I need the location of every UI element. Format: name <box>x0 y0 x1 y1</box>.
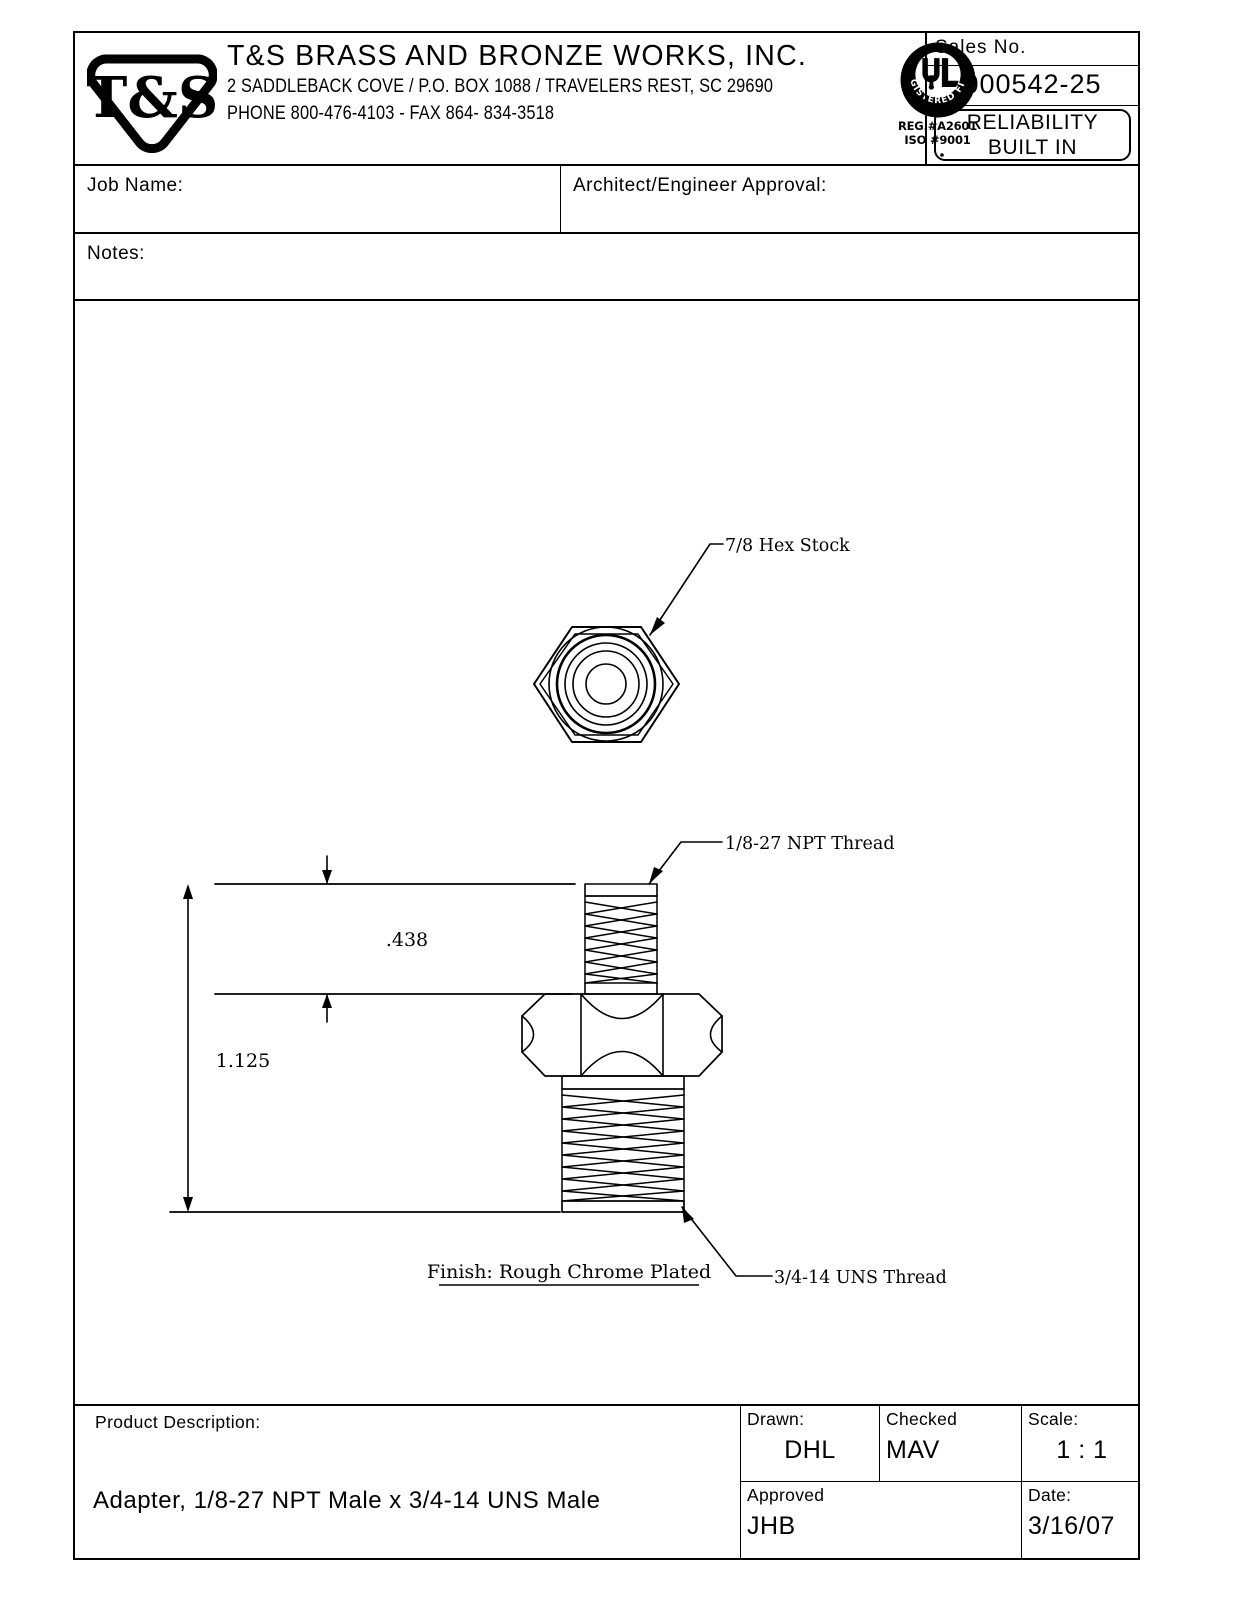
sheet-header: T&S T&S BRASS AND BRONZE WORKS, INC. 2 S… <box>75 33 1138 166</box>
callout-hex-label: 7/8 Hex Stock <box>725 536 850 556</box>
product-description-cell: Product Description: Adapter, 1/8-27 NPT… <box>75 1406 741 1558</box>
checked-value: MAV <box>886 1436 940 1464</box>
dimension-1125 <box>169 884 561 1213</box>
job-info-row: Job Name: Architect/Engineer Approval: <box>75 166 1138 234</box>
checked-label: Checked <box>886 1409 958 1429</box>
badge-line-1: RELIABILITY <box>966 111 1099 134</box>
company-logo: T&S <box>75 33 227 164</box>
finish-note: Finish: Rough Chrome Plated <box>427 1261 711 1283</box>
company-info: T&S BRASS AND BRONZE WORKS, INC. 2 SADDL… <box>227 39 877 127</box>
scale-label: Scale: <box>1028 1409 1079 1429</box>
date-value: 3/16/07 <box>1028 1512 1115 1540</box>
drawn-label: Drawn: <box>747 1409 805 1429</box>
checked-cell: Checked MAV <box>880 1406 1022 1481</box>
company-address: 2 SADDLEBACK COVE / P.O. BOX 1088 / TRAV… <box>227 76 774 97</box>
title-block-right: Drawn: DHL Checked MAV Scale: 1 : 1 Appr… <box>741 1406 1138 1558</box>
company-name: T&S BRASS AND BRONZE WORKS, INC. <box>227 40 807 72</box>
dimension-438-label: .438 <box>386 929 428 951</box>
notes-label: Notes: <box>87 243 145 264</box>
approved-label: Approved <box>747 1485 825 1505</box>
finish-annotation: Finish: Rough Chrome Plated <box>427 1261 711 1286</box>
architect-approval-label: Architect/Engineer Approval: <box>573 175 827 196</box>
product-description-value: Adapter, 1/8-27 NPT Male x 3/4-14 UNS Ma… <box>93 1487 601 1514</box>
callout-npt-label: 1/8-27 NPT Thread <box>725 834 895 854</box>
job-name-label: Job Name: <box>87 175 184 196</box>
callout-hex-leader <box>649 543 724 636</box>
notes-field[interactable]: Notes: <box>75 234 1138 301</box>
side-view <box>521 883 723 1213</box>
sales-no-label: Sales No. <box>927 33 1138 66</box>
approved-value: JHB <box>747 1512 796 1540</box>
drawn-cell: Drawn: DHL <box>741 1406 880 1481</box>
title-block-row-2: Approved JHB Date: 3/16/07 <box>741 1482 1138 1558</box>
job-name-field[interactable]: Job Name: <box>75 166 561 232</box>
drawn-value: DHL <box>784 1436 836 1464</box>
drawing-area: 7/8 Hex Stock 1/8-27 NPT Thread 3/4-14 U… <box>75 301 1138 1406</box>
title-block-row-1: Drawn: DHL Checked MAV Scale: 1 : 1 <box>741 1406 1138 1482</box>
ts-logo-label: T&S <box>87 65 217 131</box>
date-cell: Date: 3/16/07 <box>1022 1482 1142 1558</box>
sales-no-value: 000542-25 <box>927 66 1138 106</box>
sales-number-block: Sales No. 000542-25 RELIABILITY BUILT IN <box>925 33 1138 164</box>
product-description-label: Product Description: <box>95 1412 261 1432</box>
hex-end-view <box>533 626 680 743</box>
callout-uns-label: 3/4-14 UNS Thread <box>774 1268 947 1288</box>
date-label: Date: <box>1028 1485 1072 1505</box>
dimension-1125-label: 1.125 <box>216 1050 270 1072</box>
scale-value: 1 : 1 <box>1056 1436 1108 1464</box>
approved-cell: Approved JHB <box>741 1482 1022 1558</box>
company-contact: PHONE 800-476-4103 - FAX 864- 834-3518 <box>227 103 555 124</box>
scale-cell: Scale: 1 : 1 <box>1022 1406 1142 1481</box>
reliability-badge: RELIABILITY BUILT IN <box>927 106 1138 164</box>
title-block: Product Description: Adapter, 1/8-27 NPT… <box>75 1406 1138 1558</box>
ts-logo-icon: T&S <box>87 45 217 153</box>
callout-npt-leader <box>648 841 723 885</box>
architect-approval-field[interactable]: Architect/Engineer Approval: <box>561 166 1138 241</box>
drawing-sheet: T&S T&S BRASS AND BRONZE WORKS, INC. 2 S… <box>73 31 1140 1560</box>
part-drawing: 7/8 Hex Stock 1/8-27 NPT Thread 3/4-14 U… <box>169 536 947 1288</box>
badge-line-2: BUILT IN <box>987 136 1078 159</box>
